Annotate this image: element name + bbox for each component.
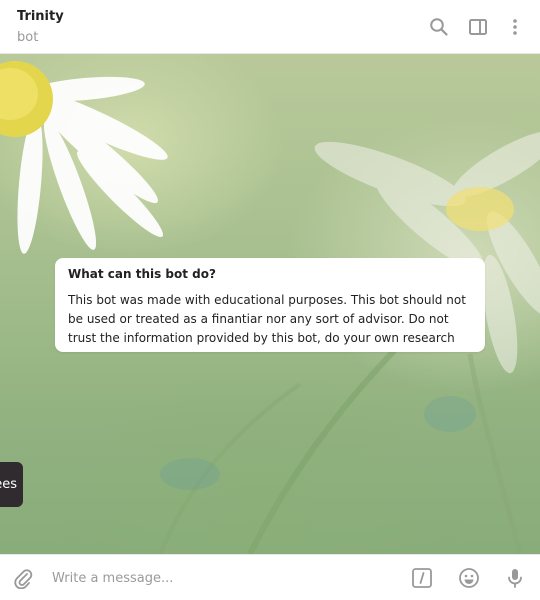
paperclip-icon[interactable] [10, 565, 36, 591]
microphone-icon[interactable] [502, 565, 528, 591]
chat-title[interactable]: Trinity [17, 9, 64, 24]
bot-commands-icon[interactable] [409, 565, 435, 591]
side-tooltip-chip: ees [0, 462, 23, 507]
emoji-icon[interactable] [456, 565, 482, 591]
more-vertical-icon[interactable] [502, 14, 528, 40]
chat-header: Trinity bot [0, 0, 540, 54]
message-composer [0, 554, 540, 600]
bot-info-title: What can this bot do? [68, 267, 216, 281]
chat-background: What can this bot do? This bot was made … [0, 54, 540, 554]
bot-info-card: What can this bot do? This bot was made … [55, 258, 485, 352]
search-icon[interactable] [426, 14, 452, 40]
bot-info-description: This bot was made with educational purpo… [68, 293, 466, 345]
sidebar-panel-icon[interactable] [465, 14, 491, 40]
message-input[interactable] [52, 567, 392, 589]
side-chip-text: ees [0, 477, 17, 492]
chat-status: bot [17, 30, 39, 45]
